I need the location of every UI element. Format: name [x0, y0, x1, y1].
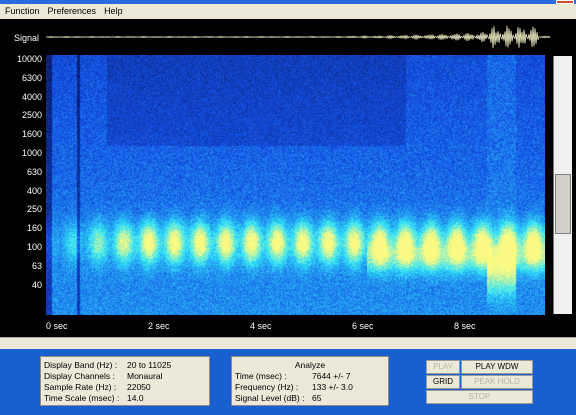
display-band-label: Display Band (Hz) :: [44, 360, 118, 370]
display-channels-label: Display Channels :: [44, 371, 115, 381]
sample-rate-value: 22050: [127, 382, 151, 392]
signal-waveform: [46, 25, 550, 49]
menu-help[interactable]: Help: [101, 4, 126, 19]
frequency-tick-label: 630: [26, 166, 42, 177]
scroll-thumb[interactable]: [555, 174, 571, 234]
peak-hold-button[interactable]: PEAK HOLD: [461, 375, 533, 389]
display-channels-value: Monaural: [127, 371, 163, 381]
frequency-tick-label: 4000: [21, 91, 42, 102]
frequency-label: Frequency (Hz) :: [235, 382, 299, 392]
play-button[interactable]: PLAY: [426, 360, 460, 374]
frequency-tick-label: 160: [26, 223, 42, 234]
frequency-tick-label: 63: [31, 260, 42, 271]
time-scale-label: Time Scale (msec) :: [44, 393, 120, 403]
menu-bar: Function Preferences Help: [0, 4, 576, 19]
frequency-tick-label: 10000: [16, 54, 42, 64]
analyze-panel: Analyze Time (msec) : 7644 +/- 7 Frequen…: [231, 356, 389, 406]
menu-preferences[interactable]: Preferences: [45, 4, 100, 19]
signal-label: Signal: [14, 33, 40, 43]
time-value: 7644 +/- 7: [312, 371, 351, 381]
time-tick-label: 4 sec: [250, 321, 272, 331]
frequency-tick-label: 400: [26, 185, 42, 196]
analyze-title: Analyze: [294, 360, 326, 370]
spectrogram-display[interactable]: [46, 55, 545, 315]
signal-level-label: Signal Level (dB) :: [235, 393, 305, 403]
sample-rate-label: Sample Rate (Hz) :: [44, 382, 117, 392]
time-tick-label: 6 sec: [352, 321, 374, 331]
time-tick-label: 2 sec: [148, 321, 170, 331]
frequency-value: 133 +/- 3.0: [312, 382, 353, 392]
stop-button[interactable]: STOP: [426, 390, 533, 404]
frequency-tick-label: 40: [31, 279, 42, 290]
vertical-scrollbar[interactable]: [553, 56, 572, 314]
display-band-value: 20 to 11025: [127, 360, 172, 370]
horizontal-scrollbar[interactable]: [0, 337, 576, 349]
frequency-tick-label: 2500: [21, 110, 42, 121]
time-label: Time (msec) :: [235, 371, 287, 381]
frequency-tick-label: 100: [26, 242, 42, 252]
play-window-button[interactable]: PLAY WDW: [461, 360, 533, 374]
display-info-panel: Display Band (Hz) : 20 to 11025 Display …: [40, 356, 210, 406]
time-scale-value: 14.0: [127, 393, 144, 403]
frequency-tick-label: 6300: [21, 72, 42, 83]
frequency-tick-label: 1000: [21, 148, 42, 158]
frequency-tick-label: 1600: [21, 129, 42, 140]
frequency-tick-label: 250: [26, 204, 42, 215]
time-tick-label: 0 sec: [46, 321, 68, 331]
time-tick-label: 8 sec: [454, 321, 476, 331]
menu-function[interactable]: Function: [2, 4, 43, 19]
signal-level-value: 65: [312, 393, 322, 403]
grid-button[interactable]: GRID: [426, 375, 460, 389]
